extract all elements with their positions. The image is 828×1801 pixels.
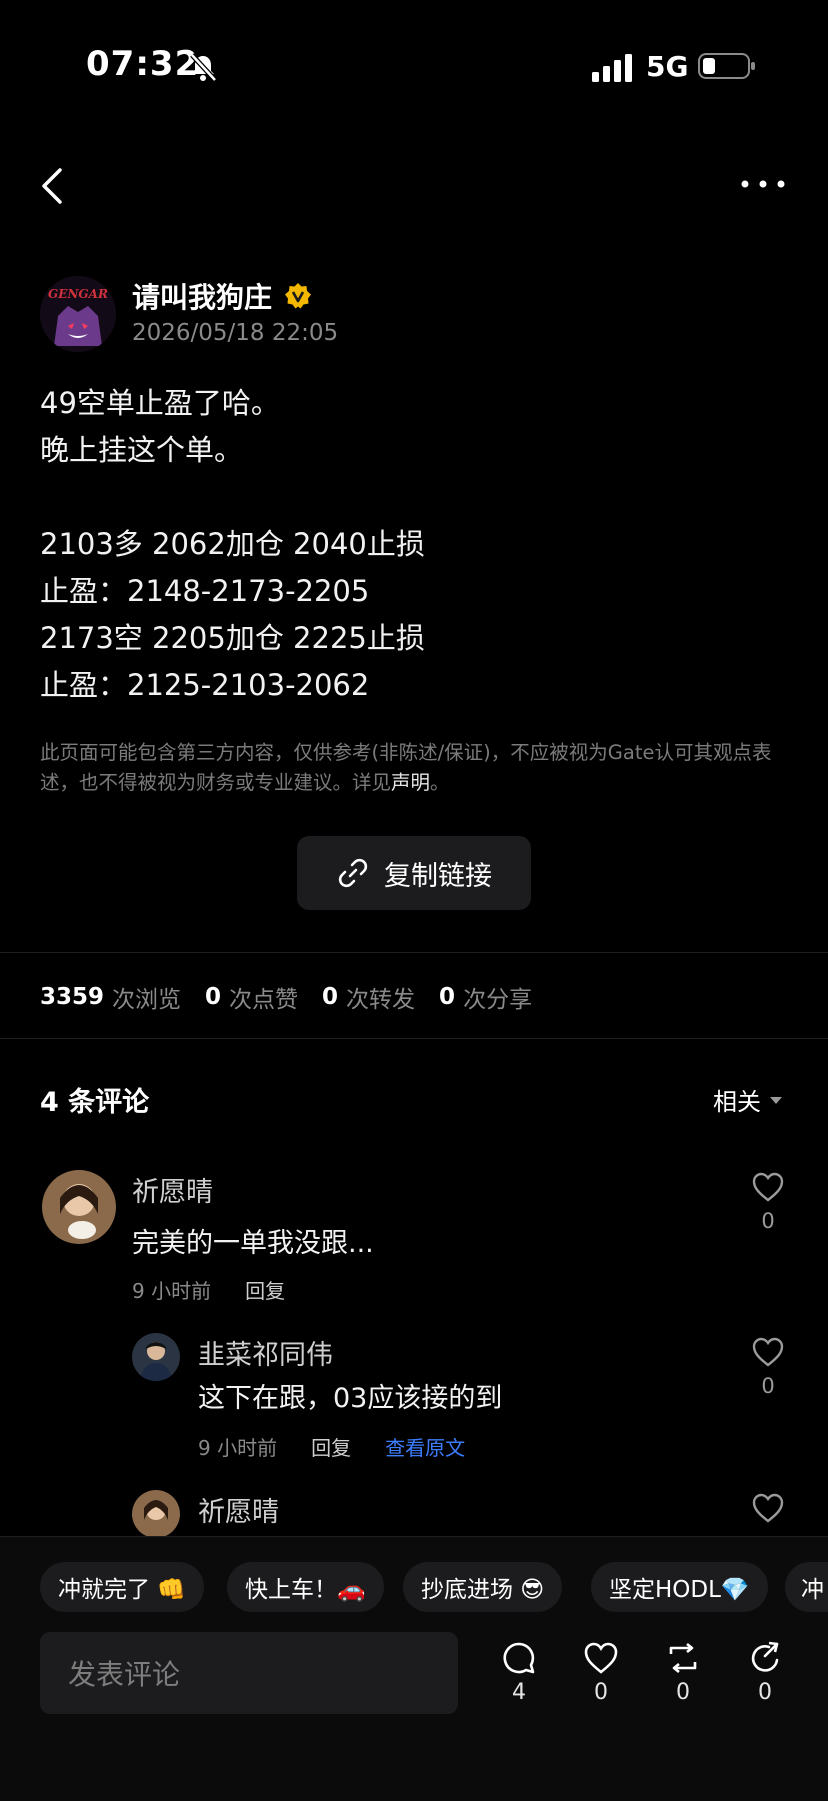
heart-icon[interactable] xyxy=(751,1336,785,1368)
post-stats: 3359 次浏览 0 次点赞 0 次转发 0 次分享 xyxy=(40,980,548,1014)
quick-reply-chip[interactable]: 冲就完了 👊 xyxy=(40,1562,204,1612)
like-count: 0 xyxy=(594,1680,608,1705)
divider xyxy=(0,1038,828,1039)
comment-time: 9 小时前 xyxy=(132,1279,212,1303)
repost-icon xyxy=(669,1642,697,1674)
commenter-name[interactable]: 韭菜祁同伟 xyxy=(198,1333,333,1372)
comment-action[interactable]: 4 xyxy=(494,1640,544,1705)
comment-like-count: 0 xyxy=(761,1209,775,1233)
reposts-count: 0 xyxy=(322,984,339,1010)
view-original-link[interactable]: 查看原文 xyxy=(385,1432,465,1461)
comment-meta: 9 小时前 回复 查看原文 xyxy=(198,1432,465,1461)
commenter-avatar[interactable] xyxy=(132,1333,180,1381)
link-icon xyxy=(338,858,368,888)
bell-muted-icon xyxy=(190,53,217,82)
comment-count: 4 xyxy=(512,1680,526,1705)
post-timestamp: 2026/05/18 22:05 xyxy=(132,320,339,346)
comment-input[interactable]: 发表评论 xyxy=(40,1632,458,1714)
battery-icon xyxy=(698,53,755,79)
commenter-avatar[interactable] xyxy=(42,1170,116,1244)
caret-down-icon xyxy=(770,1096,782,1104)
back-chevron-icon[interactable] xyxy=(38,166,68,206)
sort-dropdown[interactable]: 相关 xyxy=(713,1082,783,1117)
divider xyxy=(0,952,828,953)
post-content: 49空单止盈了哈。 晚上挂这个单。 2103多 2062加仓 2040止损 止盈… xyxy=(40,386,425,702)
commenter-name[interactable]: 祈愿晴 xyxy=(132,1170,213,1209)
comment-time: 9 小时前 xyxy=(198,1436,278,1460)
signal-icon xyxy=(592,54,632,82)
repost-action[interactable]: 0 xyxy=(658,1640,708,1705)
comment-text: 这下在跟，03应该接的到 xyxy=(198,1383,503,1414)
likes-count: 0 xyxy=(205,984,222,1010)
disclaimer-link[interactable]: 声明 xyxy=(391,771,430,794)
views-label: 次浏览 xyxy=(112,987,182,1013)
status-time: 07:32 xyxy=(86,44,200,84)
avatar-image xyxy=(132,1333,180,1381)
comment-text: 完美的一单我没跟... xyxy=(132,1228,374,1259)
shares-count: 0 xyxy=(439,984,456,1010)
avatar-image xyxy=(42,1170,116,1244)
quick-reply-chip[interactable]: 冲 xyxy=(785,1562,828,1612)
sort-label: 相关 xyxy=(713,1088,761,1116)
svg-text:GENGAR: GENGAR xyxy=(48,287,108,301)
reposts-label: 次转发 xyxy=(346,987,416,1013)
views-count: 3359 xyxy=(40,984,105,1010)
comment-meta: 9 小时前 回复 xyxy=(132,1275,285,1304)
share-count: 0 xyxy=(758,1680,772,1705)
avatar-image xyxy=(132,1490,180,1538)
avatar-gengar-image: GENGAR xyxy=(40,276,116,352)
copy-link-label: 复制链接 xyxy=(384,860,492,892)
author-avatar[interactable]: GENGAR xyxy=(40,276,116,352)
more-dots-icon[interactable] xyxy=(740,172,786,196)
disclaimer: 此页面可能包含第三方内容，仅供参考(非陈述/保证)，不应被视为Gate认可其观点… xyxy=(40,738,800,798)
copy-link-button[interactable]: 复制链接 xyxy=(297,836,531,910)
share-icon xyxy=(751,1641,779,1672)
network-type: 5G xyxy=(646,50,689,83)
comment-like-count: 0 xyxy=(761,1374,775,1398)
quick-reply-chip[interactable]: 抄底进场 😎 xyxy=(403,1562,563,1612)
author-name[interactable]: 请叫我狗庄 xyxy=(132,276,272,316)
comment-icon xyxy=(503,1642,535,1674)
share-action[interactable]: 0 xyxy=(740,1640,790,1705)
repost-count: 0 xyxy=(676,1680,690,1705)
commenter-avatar[interactable] xyxy=(132,1490,180,1538)
like-action[interactable]: 0 xyxy=(576,1640,626,1705)
disclaimer-end: 。 xyxy=(430,771,450,794)
reply-button[interactable]: 回复 xyxy=(311,1432,351,1461)
verified-badge-icon xyxy=(285,283,311,309)
comments-title: 4 条评论 xyxy=(40,1087,150,1118)
heart-icon xyxy=(584,1642,618,1674)
likes-label: 次点赞 xyxy=(229,987,299,1013)
commenter-name[interactable]: 祈愿晴 xyxy=(198,1490,279,1529)
heart-icon[interactable] xyxy=(751,1171,785,1203)
reply-button[interactable]: 回复 xyxy=(245,1275,285,1304)
quick-reply-chip[interactable]: 快上车！🚗 xyxy=(227,1562,384,1612)
shares-label: 次分享 xyxy=(463,987,533,1013)
heart-icon[interactable] xyxy=(751,1492,785,1524)
quick-reply-chip[interactable]: 坚定HODL💎 xyxy=(591,1562,768,1612)
